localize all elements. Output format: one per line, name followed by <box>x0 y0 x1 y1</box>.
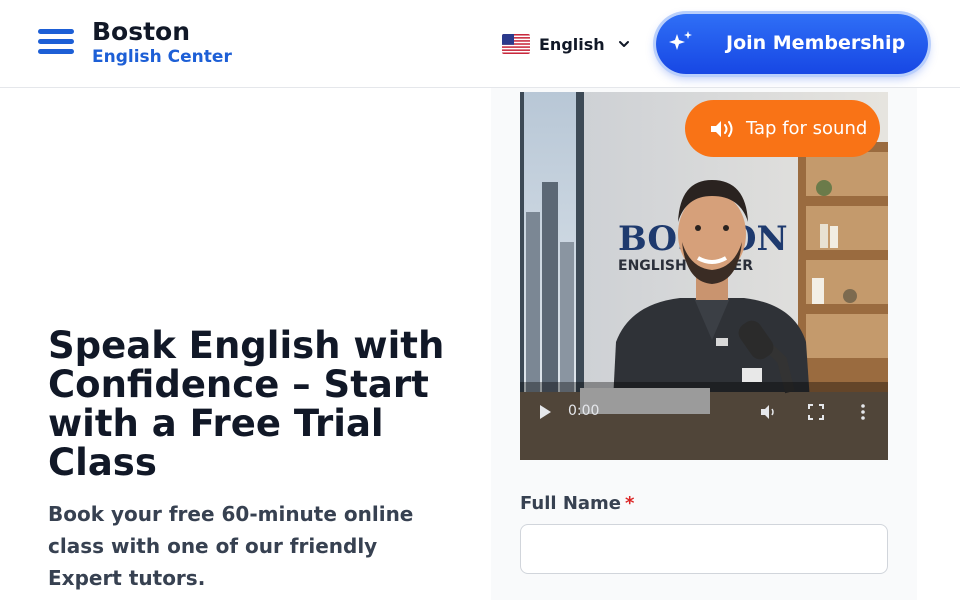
fullscreen-icon[interactable] <box>808 404 824 420</box>
site-header: Boston English Center English Join Membe… <box>0 0 960 88</box>
tap-for-sound-label: Tap for sound <box>746 118 868 139</box>
brand-logo[interactable]: Boston English Center <box>92 17 232 68</box>
language-selector[interactable]: English <box>502 32 631 56</box>
play-icon[interactable] <box>538 404 552 420</box>
chevron-down-icon <box>618 41 629 47</box>
speaker-icon <box>711 121 733 137</box>
full-name-input[interactable] <box>520 524 888 574</box>
tap-for-sound-button[interactable]: Tap for sound <box>685 100 880 157</box>
join-membership-label: Join Membership <box>726 32 906 54</box>
full-name-label-text: Full Name <box>520 493 621 514</box>
brand-subtitle: English Center <box>92 47 232 67</box>
language-label: English <box>539 34 605 54</box>
hero-subtitle: Book your free 60-minute online class wi… <box>48 502 414 590</box>
volume-icon[interactable] <box>760 404 778 420</box>
required-mark: * <box>625 493 635 514</box>
join-membership-button[interactable]: Join Membership <box>656 14 928 74</box>
us-flag-icon <box>502 34 530 54</box>
sparkles-icon <box>669 31 692 50</box>
hero-title: Speak English with Confidence – Start wi… <box>48 324 445 484</box>
brand-name: Boston <box>92 17 191 46</box>
full-name-label: Full Name * <box>520 493 634 514</box>
more-vertical-icon[interactable] <box>858 403 868 421</box>
video-current-time: 0:00 <box>568 403 600 419</box>
hamburger-menu-icon[interactable] <box>36 28 76 60</box>
